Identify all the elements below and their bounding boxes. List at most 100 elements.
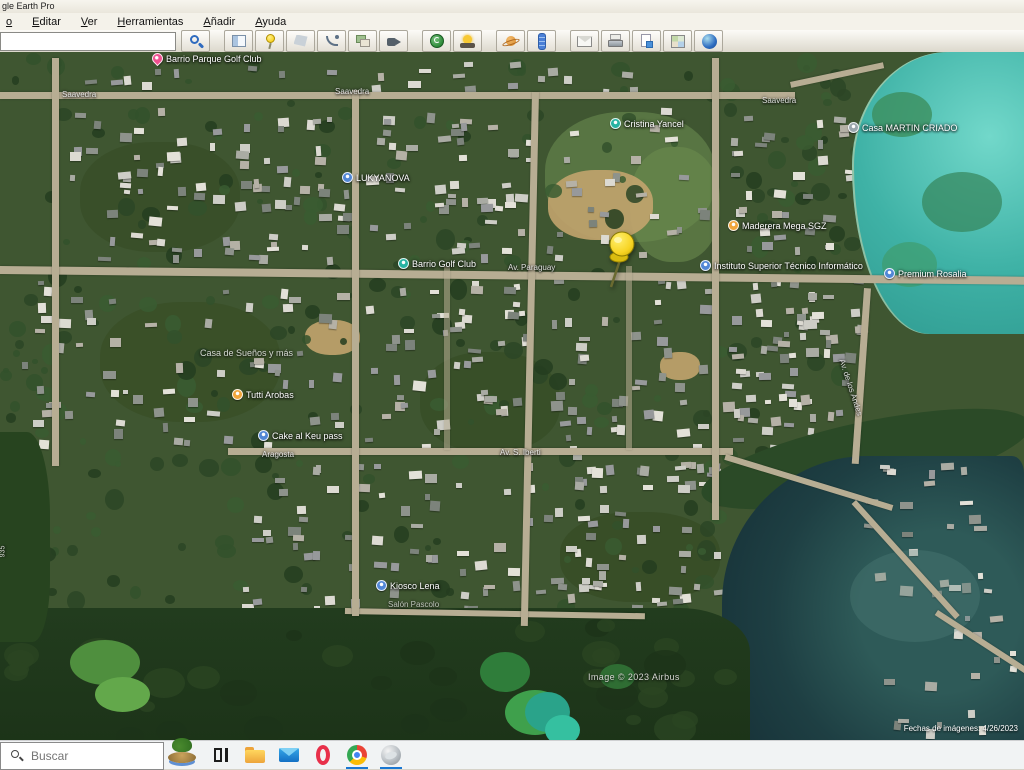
building <box>994 657 1000 663</box>
building <box>133 395 143 403</box>
building <box>650 214 658 219</box>
taskbar-item-file-explorer[interactable] <box>238 741 272 769</box>
email-button[interactable] <box>570 30 599 52</box>
place-label[interactable]: Barrio Golf Club <box>398 258 476 269</box>
building <box>248 66 258 72</box>
tree <box>605 538 621 555</box>
building <box>589 220 597 227</box>
menu-o[interactable]: o <box>4 15 14 29</box>
building <box>275 369 281 375</box>
building <box>770 282 776 287</box>
menu-editar[interactable]: Editar <box>30 15 63 29</box>
tree <box>74 286 82 293</box>
taskbar-item-mail[interactable] <box>272 741 306 769</box>
add-image-overlay-icon <box>354 33 372 50</box>
building <box>494 205 502 211</box>
building <box>600 505 609 514</box>
building <box>289 297 301 303</box>
place-label[interactable]: Maderera Mega SGZ <box>728 220 827 231</box>
tree <box>67 545 77 556</box>
taskbar-search-input[interactable] <box>29 748 143 764</box>
building <box>761 320 772 327</box>
wetland-blob <box>116 727 144 740</box>
place-label[interactable]: LUKYANOVA <box>342 172 410 183</box>
dot-teal-icon <box>398 258 409 269</box>
building <box>154 408 165 418</box>
save-image-button[interactable] <box>632 30 661 52</box>
add-polygon-button[interactable] <box>286 30 315 52</box>
place-label[interactable]: Casa de Sueños y más <box>200 348 293 358</box>
building <box>825 340 831 348</box>
place-label[interactable]: Instituto Superior Técnico Informático <box>700 260 863 271</box>
place-label[interactable]: Casa MARTIN CRIADO <box>848 122 957 133</box>
building <box>87 318 96 325</box>
menu-aadir[interactable]: Añadir <box>201 15 237 29</box>
toolbar <box>0 30 1024 53</box>
add-image-overlay-button[interactable] <box>348 30 377 52</box>
building <box>817 120 824 128</box>
record-tour-button[interactable] <box>379 30 408 52</box>
building <box>634 379 646 385</box>
taskbar-item-opera[interactable] <box>306 741 340 769</box>
building <box>371 367 378 373</box>
search-input[interactable] <box>0 32 176 51</box>
taskbar-item-chrome[interactable] <box>340 741 374 769</box>
building <box>453 362 460 370</box>
building <box>309 380 315 388</box>
building <box>570 131 579 137</box>
sunlight-button[interactable] <box>453 30 482 52</box>
building <box>472 357 483 363</box>
tree <box>26 53 41 65</box>
print-button[interactable] <box>601 30 630 52</box>
building <box>120 133 132 143</box>
add-path-button[interactable] <box>317 30 346 52</box>
place-label[interactable]: Tutti Arobas <box>232 389 294 400</box>
earth-sphere-button[interactable] <box>694 30 723 52</box>
tree <box>387 158 401 169</box>
menu-ver[interactable]: Ver <box>79 15 100 29</box>
building <box>679 550 691 556</box>
tree <box>178 543 186 552</box>
place-label[interactable]: Cristina Yancel <box>610 118 684 129</box>
menu-ayuda[interactable]: Ayuda <box>253 15 288 29</box>
taskbar-item-island[interactable] <box>160 741 204 769</box>
building <box>277 166 289 174</box>
building <box>241 181 251 189</box>
add-placemark-button[interactable] <box>255 30 284 52</box>
taskbar-item-task-view[interactable] <box>204 741 238 769</box>
building <box>475 560 488 570</box>
taskbar-search-box[interactable] <box>0 742 164 770</box>
building <box>751 293 762 303</box>
tree <box>549 373 566 390</box>
historical-imagery-button[interactable] <box>422 30 451 52</box>
place-label[interactable]: Premium Rosalia <box>884 268 967 279</box>
building <box>585 557 592 566</box>
place-label[interactable]: Barrio Parque Golf Club <box>152 53 262 64</box>
ruler-button[interactable] <box>527 30 556 52</box>
window-title-bar[interactable]: gle Earth Pro <box>0 0 1024 14</box>
building <box>315 157 327 166</box>
toggle-sidebar-button[interactable] <box>224 30 253 52</box>
wetland-blob <box>286 630 302 641</box>
taskbar-item-google-earth[interactable] <box>374 741 408 769</box>
building <box>468 348 481 353</box>
satellite-map-view[interactable]: Image © 2023 Airbus Fechas de imágenes: … <box>0 52 1024 740</box>
menu-herramientas[interactable]: Herramientas <box>115 15 185 29</box>
planets-button[interactable] <box>496 30 525 52</box>
map-pushpin[interactable] <box>598 230 642 292</box>
building <box>383 130 391 137</box>
building <box>425 494 430 500</box>
view-in-maps-button[interactable] <box>663 30 692 52</box>
tree <box>287 100 295 107</box>
place-label[interactable]: Kiosco Lena <box>376 580 440 591</box>
building <box>806 348 819 357</box>
building <box>800 333 806 341</box>
building <box>753 283 759 290</box>
building <box>734 151 744 157</box>
building <box>556 392 566 400</box>
place-label[interactable]: Cake al Keu pass <box>258 430 343 441</box>
search-button[interactable] <box>181 30 210 52</box>
building <box>732 316 743 325</box>
building <box>485 396 497 402</box>
building <box>550 400 562 410</box>
